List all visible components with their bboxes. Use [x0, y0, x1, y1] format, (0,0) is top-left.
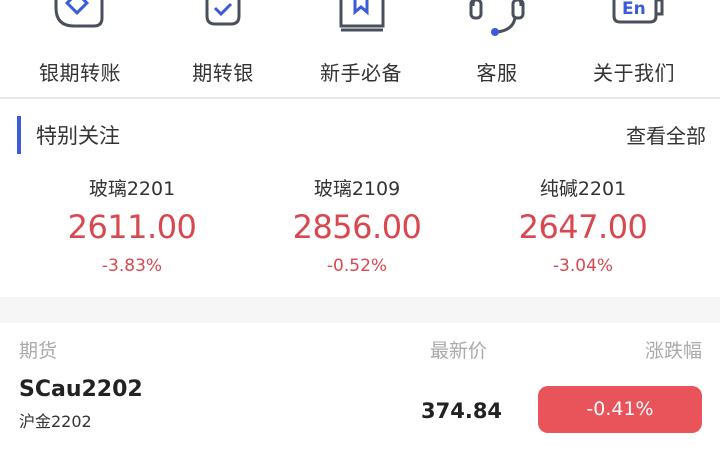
quote-card[interactable]: 纯碱2201 2647.00 -3.04%: [463, 176, 703, 278]
quote-price: 2611.00: [67, 208, 197, 246]
contract-name: 沪金2202: [19, 412, 92, 431]
section-gap: [0, 297, 720, 323]
quick-action-label: 新手必备: [320, 61, 402, 85]
header-latest-price[interactable]: 最新价: [430, 336, 487, 363]
quote-change: -3.04%: [552, 256, 614, 276]
view-all-link[interactable]: 查看全部: [626, 120, 706, 149]
quote-name: 玻璃2109: [313, 178, 401, 200]
bank-futures-transfer-icon: [44, 0, 116, 42]
header-futures: 期货: [19, 340, 58, 362]
quote-name: 玻璃2201: [88, 178, 176, 200]
quick-action-label: 客服: [476, 61, 518, 85]
quote-card[interactable]: 玻璃2109 2856.00 -0.52%: [237, 176, 477, 278]
special-attention-title: 特别关注: [36, 124, 120, 148]
quote-price: 2647.00: [518, 208, 648, 246]
quote-name: 纯碱2201: [539, 178, 627, 200]
quote-change: -0.52%: [326, 256, 388, 276]
latest-price: 374.84: [421, 399, 503, 423]
quick-action-label: 银期转账: [39, 61, 121, 85]
quote-change: -3.83%: [101, 256, 163, 276]
quote-card[interactable]: 玻璃2201 2611.00 -3.83%: [12, 176, 252, 278]
table-row[interactable]: SCau2202 沪金2202 374.84 -0.41%: [0, 368, 720, 450]
futures-to-bank-icon: [187, 0, 259, 42]
quick-actions: 银期转账 期转银 新手必备 客服 En 关于我们: [0, 0, 720, 97]
header-change-percent[interactable]: 涨跌幅: [645, 336, 702, 363]
quick-action-label: 期转银: [192, 61, 254, 85]
quick-action-bank-futures-transfer[interactable]: 银期转账: [10, 0, 150, 97]
customer-service-headset-icon: [461, 0, 533, 42]
section-accent-bar: [17, 116, 21, 154]
quick-action-label: 关于我们: [593, 61, 675, 85]
quote-price: 2856.00: [292, 208, 422, 246]
quick-action-futures-to-bank[interactable]: 期转银: [153, 0, 293, 97]
section-divider: [0, 97, 720, 99]
quick-action-about-us[interactable]: En 关于我们: [564, 0, 704, 97]
svg-text:En: En: [622, 0, 646, 19]
quick-action-beginner-guide[interactable]: 新手必备: [291, 0, 431, 97]
contract-code: SCau2202: [19, 377, 143, 402]
beginner-guide-book-icon: [325, 0, 397, 42]
change-badge[interactable]: -0.41%: [538, 386, 702, 433]
about-us-en-icon: En: [598, 0, 670, 42]
quick-action-customer-service[interactable]: 客服: [427, 0, 567, 97]
